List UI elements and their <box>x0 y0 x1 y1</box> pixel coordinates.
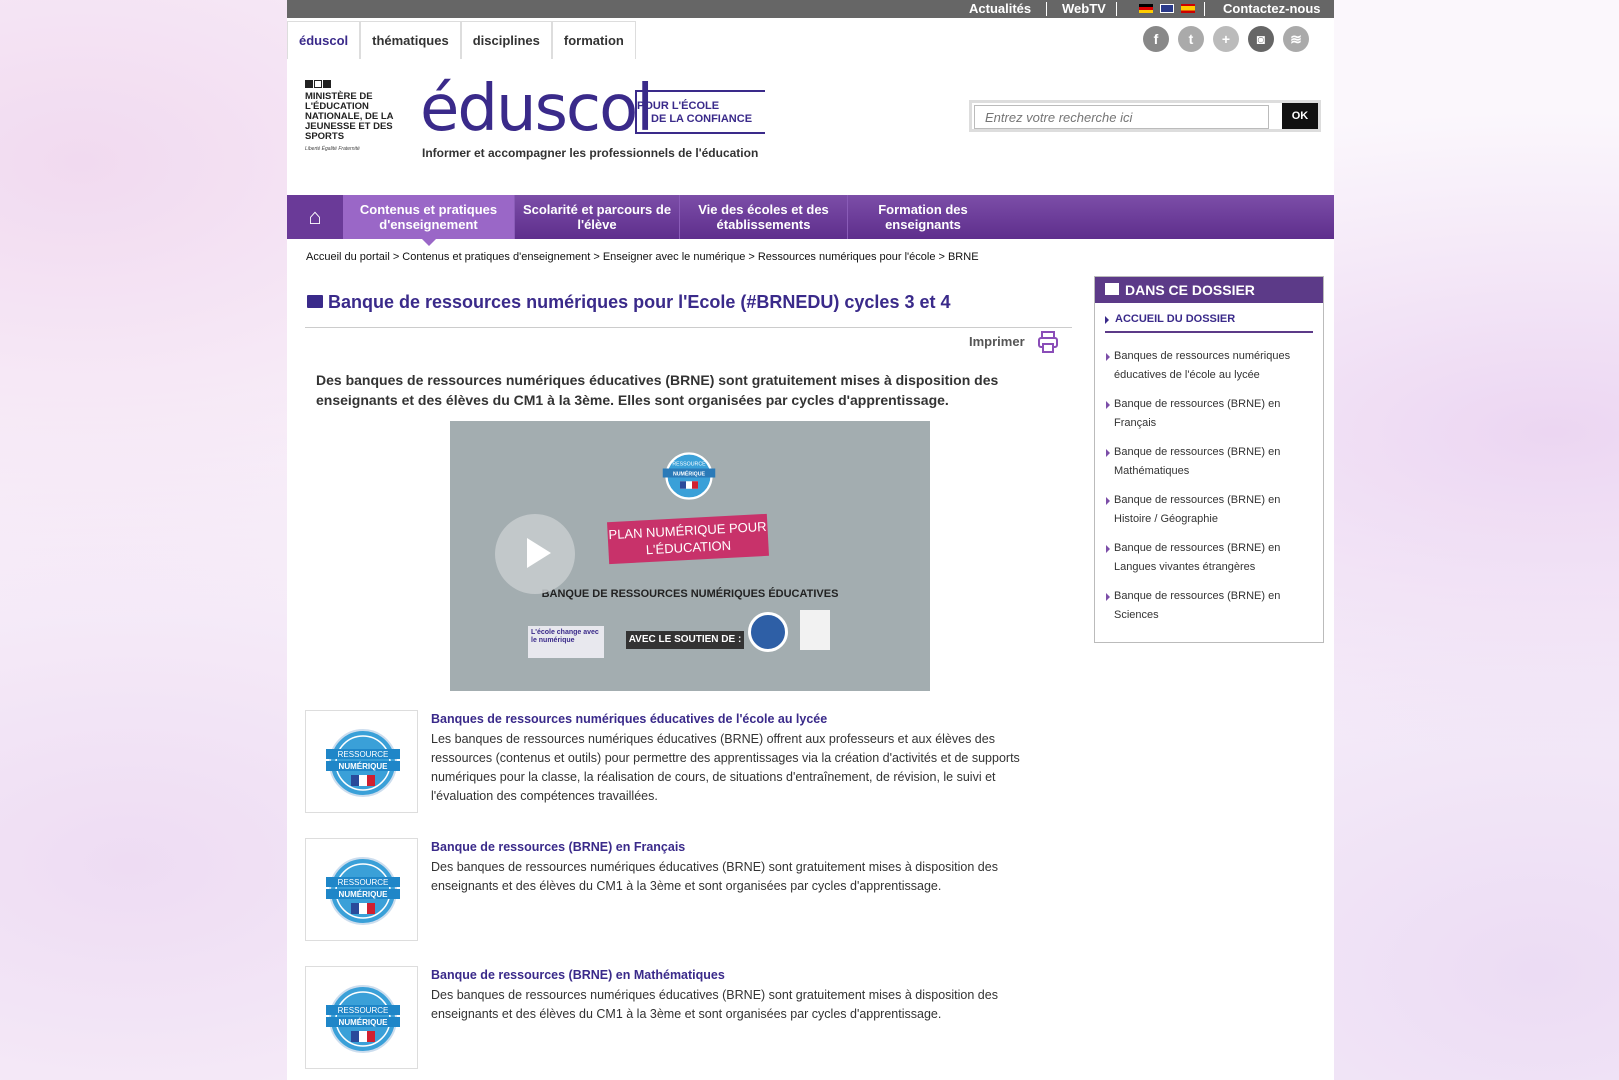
link-contact[interactable]: Contactez-nous <box>1223 1 1321 16</box>
link-actualites[interactable]: Actualités <box>969 1 1031 16</box>
page-title-bar: Banque de ressources numériques pour l'E… <box>305 290 1072 328</box>
folder-icon <box>307 295 323 308</box>
tab-disciplines[interactable]: disciplines <box>460 21 552 59</box>
menu-vie-ecoles[interactable]: Vie des écoles et des établissements <box>680 195 848 239</box>
item-title[interactable]: Banques de ressources numériques éducati… <box>431 712 827 726</box>
play-icon[interactable] <box>495 514 575 594</box>
sidebar-header: DANS CE DOSSIER <box>1095 277 1323 303</box>
ressource-numerique-badge-icon: RESSOURCE NUMÉRIQUE <box>326 729 400 797</box>
sidebar-item[interactable]: Banque de ressources (BRNE) en Langues v… <box>1095 539 1323 577</box>
tab-formation[interactable]: formation <box>551 21 636 59</box>
flag-es-icon[interactable] <box>1181 4 1195 13</box>
tagline-line2: DE LA CONFIANCE <box>637 113 765 134</box>
sidebar-item[interactable]: Banque de ressources (BRNE) en Mathémati… <box>1095 443 1323 481</box>
video-ecole-logo: L'école change avec le numérique <box>528 626 604 658</box>
contact-icon[interactable]: ◙ <box>1248 26 1274 52</box>
search-input[interactable] <box>974 105 1269 129</box>
page-title: Banque de ressources numériques pour l'E… <box>328 292 951 312</box>
tagline-line1: POUR L'ÉCOLE <box>637 100 720 112</box>
tab-thematiques[interactable]: thématiques <box>360 21 461 59</box>
page: Actualités WebTV Contactez-nous éduscol … <box>287 0 1334 1080</box>
item-title[interactable]: Banque de ressources (BRNE) en Français <box>431 840 685 854</box>
ministry-logo[interactable]: MINISTÈRE DE L'ÉDUCATION NATIONALE, DE L… <box>305 80 400 152</box>
item-thumbnail[interactable]: RESSOURCE NUMÉRIQUE <box>305 966 418 1069</box>
badge-line1: RESSOURCE <box>338 750 389 759</box>
link-webtv[interactable]: WebTV <box>1062 1 1106 16</box>
sidebar-item[interactable]: Banque de ressources (BRNE) en Histoire … <box>1095 491 1323 529</box>
rss-icon[interactable]: ≋ <box>1283 26 1309 52</box>
breadcrumb[interactable]: Accueil du portail > Contenus et pratiqu… <box>306 251 979 263</box>
home-icon[interactable]: ⌂ <box>287 195 343 239</box>
sidebar-item[interactable]: Banque de ressources (BRNE) en Français <box>1095 395 1323 433</box>
marianne-logo-icon <box>748 612 788 652</box>
site-subtitle: Informer et accompagner les professionne… <box>422 146 759 160</box>
site-tabs: éduscol thématiques disciplines formatio… <box>287 21 636 59</box>
ministry-name: MINISTÈRE DE L'ÉDUCATION NATIONALE, DE L… <box>305 91 394 142</box>
item-thumbnail[interactable]: RESSOURCE NUMÉRIQUE <box>305 838 418 941</box>
sidebar-title: DANS CE DOSSIER <box>1125 282 1255 298</box>
printer-icon[interactable] <box>1037 330 1059 354</box>
eduscol-logo[interactable]: éduscol <box>420 74 654 144</box>
ressource-numerique-badge-icon: RESSOURCE NUMÉRIQUE <box>326 857 400 925</box>
sidebar-dossier: DANS CE DOSSIER ACCUEIL DU DOSSIER Banqu… <box>1094 276 1324 643</box>
sidebar-item[interactable]: Banques de ressources numériques éducati… <box>1095 347 1323 385</box>
sidebar-item[interactable]: Banque de ressources (BRNE) en Sciences <box>1095 587 1323 625</box>
ressource-numerique-badge-icon: RESSOURCE NUMÉRIQUE <box>662 452 716 500</box>
badge-line2: NUMÉRIQUE <box>339 762 389 771</box>
video-plan-banner: PLAN NUMÉRIQUE POUR L'ÉDUCATION <box>607 513 769 565</box>
item-description: Des banques de ressources numériques édu… <box>431 988 998 1021</box>
video-soutien: AVEC LE SOUTIEN DE : <box>626 631 744 649</box>
flag-de-icon[interactable] <box>1139 4 1153 13</box>
ministry-motto: Liberté Égalité Fraternité <box>305 146 360 152</box>
badge-line1: RESSOURCE <box>338 1006 389 1015</box>
menu-formation[interactable]: Formation des enseignants <box>848 195 998 239</box>
search-button[interactable]: OK <box>1282 103 1318 129</box>
search-box: OK <box>969 100 1321 132</box>
share-icon[interactable]: + <box>1213 26 1239 52</box>
item-description: Les banques de ressources numériques édu… <box>431 732 1020 803</box>
video-player[interactable]: RESSOURCE NUMÉRIQUE PLAN NUMÉRIQUE POUR … <box>450 421 930 691</box>
facebook-icon[interactable]: f <box>1143 26 1169 52</box>
badge-line2: NUMÉRIQUE <box>339 1018 389 1027</box>
top-bar: Actualités WebTV Contactez-nous <box>287 0 1334 18</box>
menu-scolarite[interactable]: Scolarité et parcours de l'élève <box>515 195 680 239</box>
tab-eduscol[interactable]: éduscol <box>287 21 361 59</box>
logo-tagline: POUR L'ÉCOLE DE LA CONFIANCE <box>635 90 765 134</box>
badge-line2: NUMÉRIQUE <box>339 890 389 899</box>
main-menu: ⌂ Contenus et pratiques d'enseignement S… <box>287 195 1334 246</box>
sidebar-accueil-link[interactable]: ACCUEIL DU DOSSIER <box>1105 311 1313 333</box>
badge-line1: RESSOURCE <box>338 878 389 887</box>
ressource-numerique-badge-icon: RESSOURCE NUMÉRIQUE <box>326 985 400 1053</box>
intro-text: Des banques de ressources numériques édu… <box>316 372 999 408</box>
ministry-small-logo-icon <box>800 610 830 650</box>
item-thumbnail[interactable]: RESSOURCE NUMÉRIQUE <box>305 710 418 813</box>
flag-uk-icon[interactable] <box>1160 4 1174 13</box>
folder-icon <box>1105 283 1119 295</box>
video-badge-line1: RESSOURCE <box>672 462 706 468</box>
print-label[interactable]: Imprimer <box>969 334 1025 349</box>
item-description: Des banques de ressources numériques édu… <box>431 860 998 893</box>
sidebar-list: Banques de ressources numériques éducati… <box>1095 347 1323 625</box>
twitter-icon[interactable]: t <box>1178 26 1204 52</box>
menu-contenus[interactable]: Contenus et pratiques d'enseignement <box>343 195 515 246</box>
item-title[interactable]: Banque de ressources (BRNE) en Mathémati… <box>431 968 725 982</box>
